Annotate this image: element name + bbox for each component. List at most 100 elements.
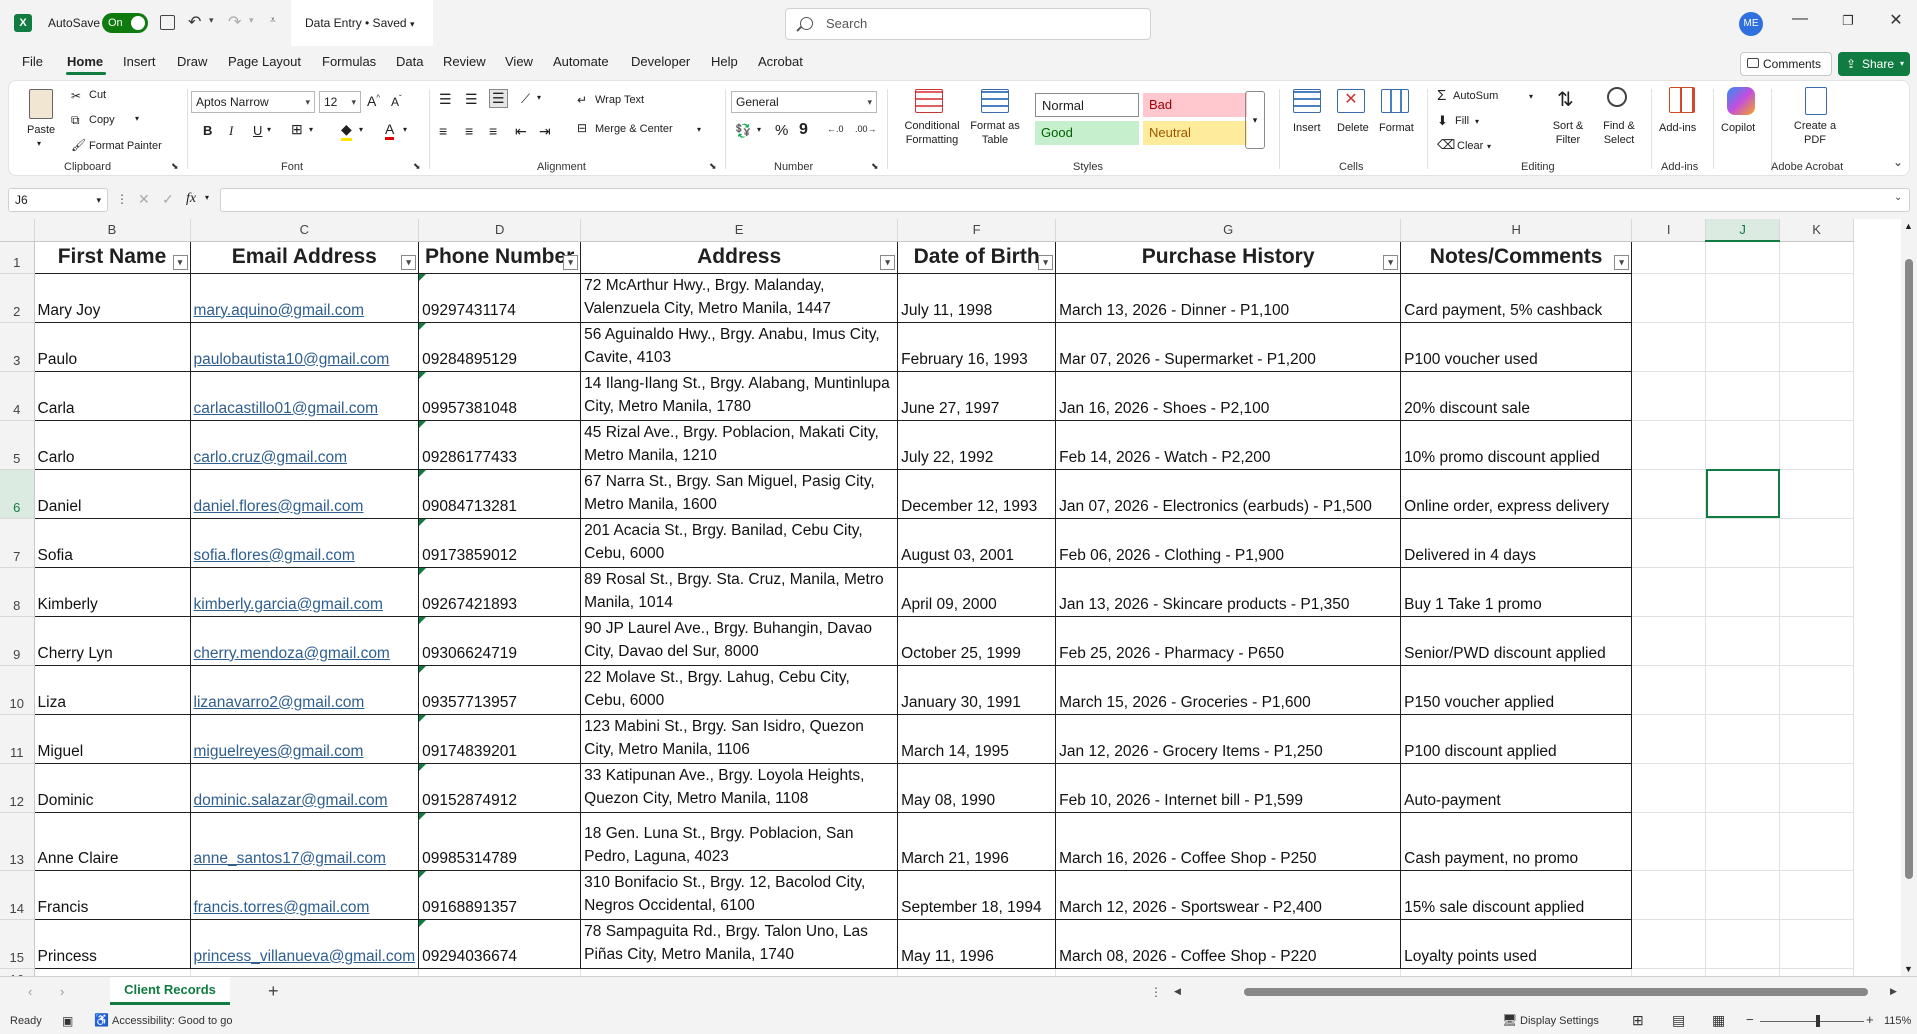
cell-purchase[interactable]: March 08, 2026 - Coffee Shop - P220 (1055, 919, 1402, 969)
cell-dob[interactable]: May 11, 1996 (897, 919, 1057, 969)
header-phone-number[interactable]: Phone Number ▾ (418, 240, 582, 274)
row-header[interactable]: 14 (0, 870, 35, 920)
cell-first[interactable]: Sofia (33, 518, 191, 568)
empty-cell[interactable] (1779, 518, 1855, 568)
search-box[interactable]: Search (785, 8, 1151, 40)
empty-cell[interactable] (1779, 665, 1855, 715)
cell-notes[interactable]: P150 voucher applied (1400, 665, 1633, 715)
empty-cell[interactable] (1779, 616, 1855, 666)
autosum-button[interactable]: AutoSum (1453, 90, 1498, 102)
align-left-icon[interactable]: ≡ (439, 123, 447, 139)
cell-phone[interactable]: 09294036674 (418, 919, 582, 969)
empty-cell[interactable] (1631, 567, 1707, 617)
cell-dob[interactable]: January 30, 1991 (897, 665, 1057, 715)
empty-cell[interactable] (1705, 968, 1781, 976)
empty-cell[interactable] (1705, 273, 1781, 323)
scroll-right-icon[interactable]: ▶ (1890, 986, 1897, 997)
cell-purchase[interactable]: Feb 06, 2026 - Clothing - P1,900 (1055, 518, 1402, 568)
cell-first[interactable]: Francis (33, 870, 191, 920)
formula-input[interactable] (220, 188, 1910, 212)
tab-home[interactable]: Home (67, 54, 103, 69)
cell-dob[interactable]: March 14, 1995 (897, 714, 1057, 764)
scrollbar-thumb[interactable] (1905, 259, 1913, 879)
column-header-b[interactable]: B (34, 219, 191, 242)
row-header[interactable]: 1 (0, 241, 35, 274)
column-header-f[interactable]: F (897, 219, 1057, 242)
row-header[interactable]: 10 (0, 665, 35, 715)
normal-view-icon[interactable]: ⊞ (1632, 1012, 1644, 1029)
cell-address[interactable]: 72 McArthur Hwy., Brgy. Malanday, Valenz… (580, 273, 899, 323)
header-date-of-birth[interactable]: Date of Birth ▾ (897, 240, 1057, 274)
style-normal[interactable]: Normal (1035, 93, 1139, 117)
cell-address[interactable]: 22 Molave St., Brgy. Lahug, Cebu City, C… (580, 665, 899, 715)
column-header-h[interactable]: H (1400, 219, 1633, 242)
cell-phone[interactable]: 09174839201 (418, 714, 582, 764)
empty-cell[interactable] (1631, 616, 1707, 666)
cell-notes[interactable]: P100 discount applied (1400, 714, 1633, 764)
cell-purchase[interactable]: Mar 07, 2026 - Supermarket - P1,200 (1055, 322, 1402, 372)
cell-dob[interactable]: June 27, 1997 (897, 371, 1057, 421)
copy-dropdown-icon[interactable]: ▾ (135, 114, 139, 123)
cell-phone[interactable]: 09173859012 (418, 518, 582, 568)
increase-indent-icon[interactable]: ⇥ (539, 123, 551, 140)
cell-notes[interactable]: Auto-payment (1400, 763, 1633, 813)
empty-cell[interactable] (1705, 518, 1781, 568)
empty-cell[interactable] (1705, 241, 1781, 274)
empty-cell[interactable] (1779, 469, 1855, 519)
user-avatar[interactable]: ME (1739, 12, 1763, 36)
empty-cell[interactable] (1779, 968, 1855, 976)
cell-notes[interactable]: Card payment, 5% cashback (1400, 273, 1633, 323)
restore-icon[interactable]: ❐ (1828, 13, 1868, 29)
empty-cell[interactable] (34, 968, 191, 976)
cell-notes[interactable]: P100 voucher used (1400, 322, 1633, 372)
chevron-down-icon[interactable]: ▾ (1529, 92, 1533, 101)
cell-phone[interactable]: 09286177433 (418, 420, 582, 470)
italic-button[interactable]: I (229, 123, 233, 139)
decrease-font-icon[interactable]: Aˇ (391, 94, 402, 109)
worksheet-grid[interactable]: B C D E F G H I J K 1 First Name ▾ Email … (0, 219, 1917, 976)
empty-cell[interactable] (897, 968, 1057, 976)
merge-center-button[interactable]: Merge & Center (595, 123, 673, 135)
zoom-slider[interactable] (1760, 1015, 1864, 1027)
tab-review[interactable]: Review (443, 54, 486, 69)
cell-purchase[interactable]: Feb 25, 2026 - Pharmacy - P650 (1055, 616, 1402, 666)
fill-color-icon[interactable]: ◆ (341, 121, 352, 141)
cell-notes[interactable]: Online order, express delivery (1400, 469, 1633, 519)
cell-email[interactable]: princess_villanueva@gmail.com (189, 919, 420, 969)
empty-cell[interactable] (1631, 469, 1707, 519)
cut-button[interactable]: Cut (89, 89, 106, 101)
tab-insert[interactable]: Insert (123, 54, 156, 69)
cell-first[interactable]: Daniel (33, 469, 191, 519)
cell-purchase[interactable]: March 12, 2026 - Sportswear - P2,400 (1055, 870, 1402, 920)
cell-phone[interactable]: 09267421893 (418, 567, 582, 617)
chevron-down-icon[interactable]: ▾ (1487, 142, 1491, 151)
row-header[interactable]: 13 (0, 812, 35, 871)
cell-email[interactable]: cherry.mendoza@gmail.com (189, 616, 420, 666)
header-email-address[interactable]: Email Address ▾ (189, 240, 420, 274)
style-neutral[interactable]: Neutral (1143, 121, 1247, 145)
filter-dropdown-icon[interactable]: ▾ (880, 254, 896, 270)
cell-notes[interactable]: 10% promo discount applied (1400, 420, 1633, 470)
font-color-icon[interactable]: A (385, 121, 395, 140)
empty-cell[interactable] (1631, 919, 1707, 969)
cell-notes[interactable]: Buy 1 Take 1 promo (1400, 567, 1633, 617)
dialog-launcher-icon[interactable]: ⬊ (871, 161, 879, 172)
more-options-icon[interactable]: ⋮ (116, 192, 128, 206)
cell-phone[interactable]: 09957381048 (418, 371, 582, 421)
cell-email[interactable]: dominic.salazar@gmail.com (189, 763, 420, 813)
tab-help[interactable]: Help (711, 54, 738, 69)
row-header[interactable]: 4 (0, 371, 35, 421)
autosave-toggle[interactable]: On (102, 13, 148, 33)
column-header-g[interactable]: G (1055, 219, 1402, 242)
cell-first[interactable]: Princess (33, 919, 191, 969)
cell-purchase[interactable]: Feb 14, 2026 - Watch - P2,200 (1055, 420, 1402, 470)
tab-acrobat[interactable]: Acrobat (758, 54, 803, 69)
tab-data[interactable]: Data (396, 54, 423, 69)
row-header[interactable]: 3 (0, 322, 35, 372)
empty-cell[interactable] (190, 968, 420, 976)
cell-dob[interactable]: December 12, 1993 (897, 469, 1057, 519)
wrap-text-button[interactable]: Wrap Text (595, 94, 644, 106)
empty-cell[interactable] (1705, 812, 1781, 871)
cell-address[interactable]: 67 Narra St., Brgy. San Miguel, Pasig Ci… (580, 469, 899, 519)
header-notes-comments[interactable]: Notes/Comments ▾ (1400, 240, 1633, 274)
